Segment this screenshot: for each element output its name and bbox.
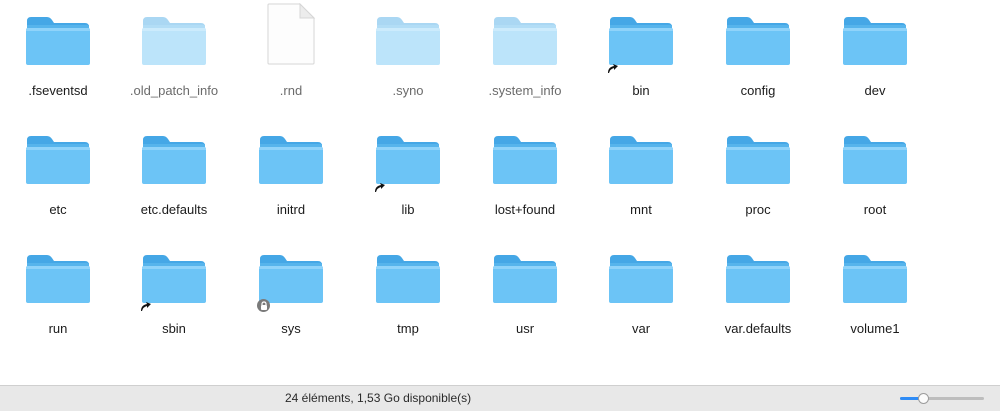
folder-icon bbox=[375, 11, 441, 73]
lock-icon bbox=[257, 299, 270, 312]
file-item[interactable]: var bbox=[583, 243, 699, 353]
file-item[interactable]: sbin bbox=[116, 243, 232, 353]
folder-icon bbox=[25, 130, 91, 192]
file-name-label: lib bbox=[401, 202, 415, 217]
folder-icon bbox=[492, 11, 558, 73]
file-item[interactable]: .fseventsd bbox=[0, 5, 116, 115]
document-icon bbox=[258, 3, 324, 73]
file-name-label: dev bbox=[864, 83, 886, 98]
file-name-label: mnt bbox=[630, 202, 652, 217]
folder-icon bbox=[842, 11, 908, 73]
folder-icon bbox=[842, 249, 908, 311]
file-name-label: sys bbox=[281, 321, 301, 336]
icon-size-slider[interactable] bbox=[900, 393, 984, 405]
folder-icon bbox=[725, 11, 791, 73]
file-item[interactable]: dev bbox=[817, 5, 933, 115]
file-name-label: .system_info bbox=[488, 83, 562, 98]
file-item[interactable]: .syno bbox=[350, 5, 466, 115]
file-item[interactable]: proc bbox=[700, 124, 816, 234]
file-item[interactable]: bin bbox=[583, 5, 699, 115]
file-name-label: usr bbox=[515, 321, 535, 336]
file-icon-grid: .fseventsd .old_patch_info .rnd .syno .syste… bbox=[0, 0, 1000, 385]
file-name-label: proc bbox=[745, 202, 771, 217]
file-name-label: .old_patch_info bbox=[129, 83, 219, 98]
file-item[interactable]: lib bbox=[350, 124, 466, 234]
file-name-label: lost+found bbox=[494, 202, 556, 217]
file-item[interactable]: mnt bbox=[583, 124, 699, 234]
file-name-label: .fseventsd bbox=[28, 83, 88, 98]
slider-knob[interactable] bbox=[918, 393, 929, 404]
status-bar: 24 éléments, 1,53 Go disponible(s) bbox=[0, 385, 1000, 411]
file-name-label: etc bbox=[49, 202, 67, 217]
file-name-label: var bbox=[631, 321, 651, 336]
file-item[interactable]: root bbox=[817, 124, 933, 234]
file-item[interactable]: sys bbox=[233, 243, 349, 353]
folder-icon bbox=[375, 130, 441, 192]
folder-icon bbox=[141, 249, 207, 311]
file-item[interactable]: .system_info bbox=[467, 5, 583, 115]
file-item[interactable]: .old_patch_info bbox=[116, 5, 232, 115]
file-item[interactable]: usr bbox=[467, 243, 583, 353]
file-name-label: bin bbox=[632, 83, 650, 98]
folder-icon bbox=[608, 11, 674, 73]
file-item[interactable]: initrd bbox=[233, 124, 349, 234]
file-name-label: etc.defaults bbox=[140, 202, 208, 217]
file-item[interactable]: var.defaults bbox=[700, 243, 816, 353]
folder-icon bbox=[375, 249, 441, 311]
file-name-label: initrd bbox=[276, 202, 306, 217]
folder-icon bbox=[725, 130, 791, 192]
file-name-label: sbin bbox=[162, 321, 186, 336]
file-name-label: run bbox=[48, 321, 68, 336]
folder-icon bbox=[141, 130, 207, 192]
file-name-label: tmp bbox=[397, 321, 419, 336]
folder-icon bbox=[258, 130, 324, 192]
alias-arrow-icon bbox=[141, 302, 151, 311]
alias-arrow-icon bbox=[375, 183, 385, 192]
file-name-label: var.defaults bbox=[724, 321, 792, 336]
folder-icon bbox=[25, 11, 91, 73]
folder-icon bbox=[608, 249, 674, 311]
file-item[interactable]: etc.defaults bbox=[116, 124, 232, 234]
file-item[interactable]: etc bbox=[0, 124, 116, 234]
file-item[interactable]: config bbox=[700, 5, 816, 115]
folder-icon bbox=[842, 130, 908, 192]
folder-icon bbox=[257, 249, 324, 312]
file-item[interactable]: tmp bbox=[350, 243, 466, 353]
folder-icon bbox=[725, 249, 791, 311]
file-name-label: .rnd bbox=[279, 83, 303, 98]
file-item[interactable]: .rnd bbox=[233, 3, 349, 115]
file-name-label: config bbox=[740, 83, 776, 98]
file-item[interactable]: volume1 bbox=[817, 243, 933, 353]
folder-icon bbox=[25, 249, 91, 311]
folder-icon bbox=[608, 130, 674, 192]
file-name-label: volume1 bbox=[850, 321, 900, 336]
folder-icon bbox=[492, 130, 558, 192]
file-item[interactable]: run bbox=[0, 243, 116, 353]
alias-arrow-icon bbox=[608, 64, 618, 73]
status-text: 24 éléments, 1,53 Go disponible(s) bbox=[285, 391, 472, 405]
file-name-label: root bbox=[863, 202, 887, 217]
file-item[interactable]: lost+found bbox=[467, 124, 583, 234]
folder-icon bbox=[492, 249, 558, 311]
file-name-label: .syno bbox=[392, 83, 424, 98]
folder-icon bbox=[141, 11, 207, 73]
